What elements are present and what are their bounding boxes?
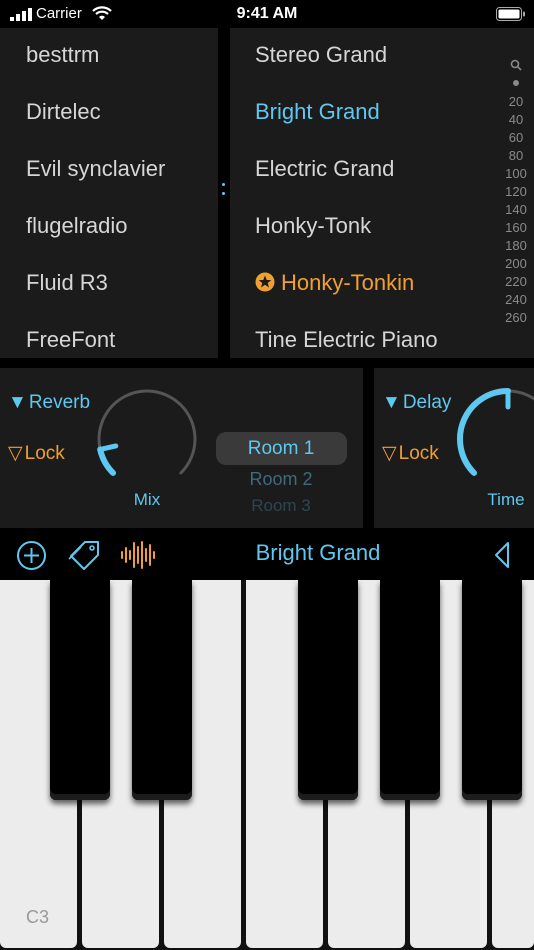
time-knob[interactable] <box>454 386 534 492</box>
index-label[interactable]: 160 <box>501 220 531 235</box>
soundfont-item[interactable]: flugelradio <box>26 213 128 239</box>
soundfont-item[interactable]: Dirtelec <box>26 99 101 125</box>
room-picker[interactable]: Room 1 Room 2 Room 3 <box>216 430 347 530</box>
delay-lock-toggle[interactable]: ▽ Lock <box>382 442 439 465</box>
mix-knob-label: Mix <box>133 490 161 509</box>
reverb-lock-toggle[interactable]: ▽ Lock <box>8 442 65 465</box>
preset-item[interactable]: Stereo Grand <box>255 42 387 68</box>
triangle-down-outline-icon: ▽ <box>382 443 397 464</box>
black-key-c-sharp[interactable] <box>50 580 110 800</box>
clock: 9:41 AM <box>236 5 298 22</box>
index-dot[interactable] <box>513 80 519 86</box>
black-key-a-sharp[interactable] <box>462 580 522 800</box>
delay-panel: ▼ Delay ▽ Lock Time <box>374 368 534 528</box>
index-label[interactable]: 60 <box>501 130 531 145</box>
triangle-down-outline-icon: ▽ <box>8 443 23 464</box>
index-label[interactable]: 220 <box>501 274 531 289</box>
reverb-lock-label: Lock <box>24 443 65 464</box>
index-label[interactable]: 260 <box>501 310 531 325</box>
soundfont-item[interactable]: Fluid R3 <box>26 270 108 296</box>
delay-toggle[interactable]: ▼ Delay <box>382 392 451 414</box>
delay-label: Delay <box>402 392 452 413</box>
preset-item[interactable]: Tine Electric Piano <box>255 327 438 353</box>
preset-item[interactable]: Honky-Tonk <box>255 213 371 239</box>
soundfont-item[interactable]: besttrm <box>26 42 99 68</box>
index-label[interactable]: 180 <box>501 238 531 253</box>
room-option-selected[interactable]: Room 1 <box>221 438 341 460</box>
triangle-down-filled-icon: ▼ <box>382 392 401 413</box>
reverb-panel: ▼ Reverb ▽ Lock Mix Room 1 Room 2 Room 3 <box>0 368 363 528</box>
search-icon[interactable] <box>510 59 522 71</box>
index-label[interactable]: 200 <box>501 256 531 271</box>
index-label[interactable]: 100 <box>501 166 531 181</box>
split-divider-handle[interactable] <box>219 28 229 358</box>
index-label[interactable]: 140 <box>501 202 531 217</box>
current-preset-title[interactable]: Bright Grand <box>180 540 456 566</box>
black-key-f-sharp[interactable] <box>298 580 358 800</box>
preset-list[interactable]: Stereo Grand Bright Grand Electric Grand… <box>230 28 534 358</box>
waveform-icon[interactable] <box>120 540 156 570</box>
preset-item-selected[interactable]: Bright Grand <box>255 99 380 125</box>
room-option[interactable]: Room 2 <box>221 469 341 490</box>
black-key-d-sharp[interactable] <box>132 580 192 800</box>
soundfont-item[interactable]: Evil synclavier <box>26 156 165 182</box>
index-label[interactable]: 80 <box>501 148 531 163</box>
index-label[interactable]: 240 <box>501 292 531 307</box>
room-option[interactable]: Room 3 <box>221 496 341 516</box>
preset-item[interactable]: Electric Grand <box>255 156 394 182</box>
battery-icon <box>496 7 525 21</box>
status-bar: Carrier 9:41 AM <box>0 0 534 28</box>
index-label[interactable]: 120 <box>501 184 531 199</box>
back-triangle-icon[interactable] <box>492 540 512 570</box>
mix-knob[interactable] <box>94 386 200 492</box>
add-icon[interactable] <box>16 540 47 571</box>
index-label[interactable]: 40 <box>501 112 531 127</box>
index-label[interactable]: 20 <box>501 94 531 109</box>
triangle-down-filled-icon: ▼ <box>8 392 27 413</box>
preset-item-favorite[interactable]: Honky-Tonkin <box>281 270 414 296</box>
delay-lock-label: Lock <box>398 443 439 464</box>
reverb-label: Reverb <box>28 392 91 413</box>
piano-keyboard[interactable]: C3 <box>0 580 534 950</box>
tag-icon[interactable] <box>68 539 102 571</box>
octave-key-label: C3 <box>26 907 50 927</box>
black-key-g-sharp[interactable] <box>380 580 440 800</box>
soundfont-list[interactable]: besttrm Dirtelec Evil synclavier flugelr… <box>0 28 218 358</box>
soundfont-item[interactable]: FreeFont <box>26 327 115 353</box>
star-badge-icon <box>255 272 275 292</box>
time-knob-label: Time <box>487 490 525 509</box>
reverb-toggle[interactable]: ▼ Reverb <box>8 392 90 414</box>
